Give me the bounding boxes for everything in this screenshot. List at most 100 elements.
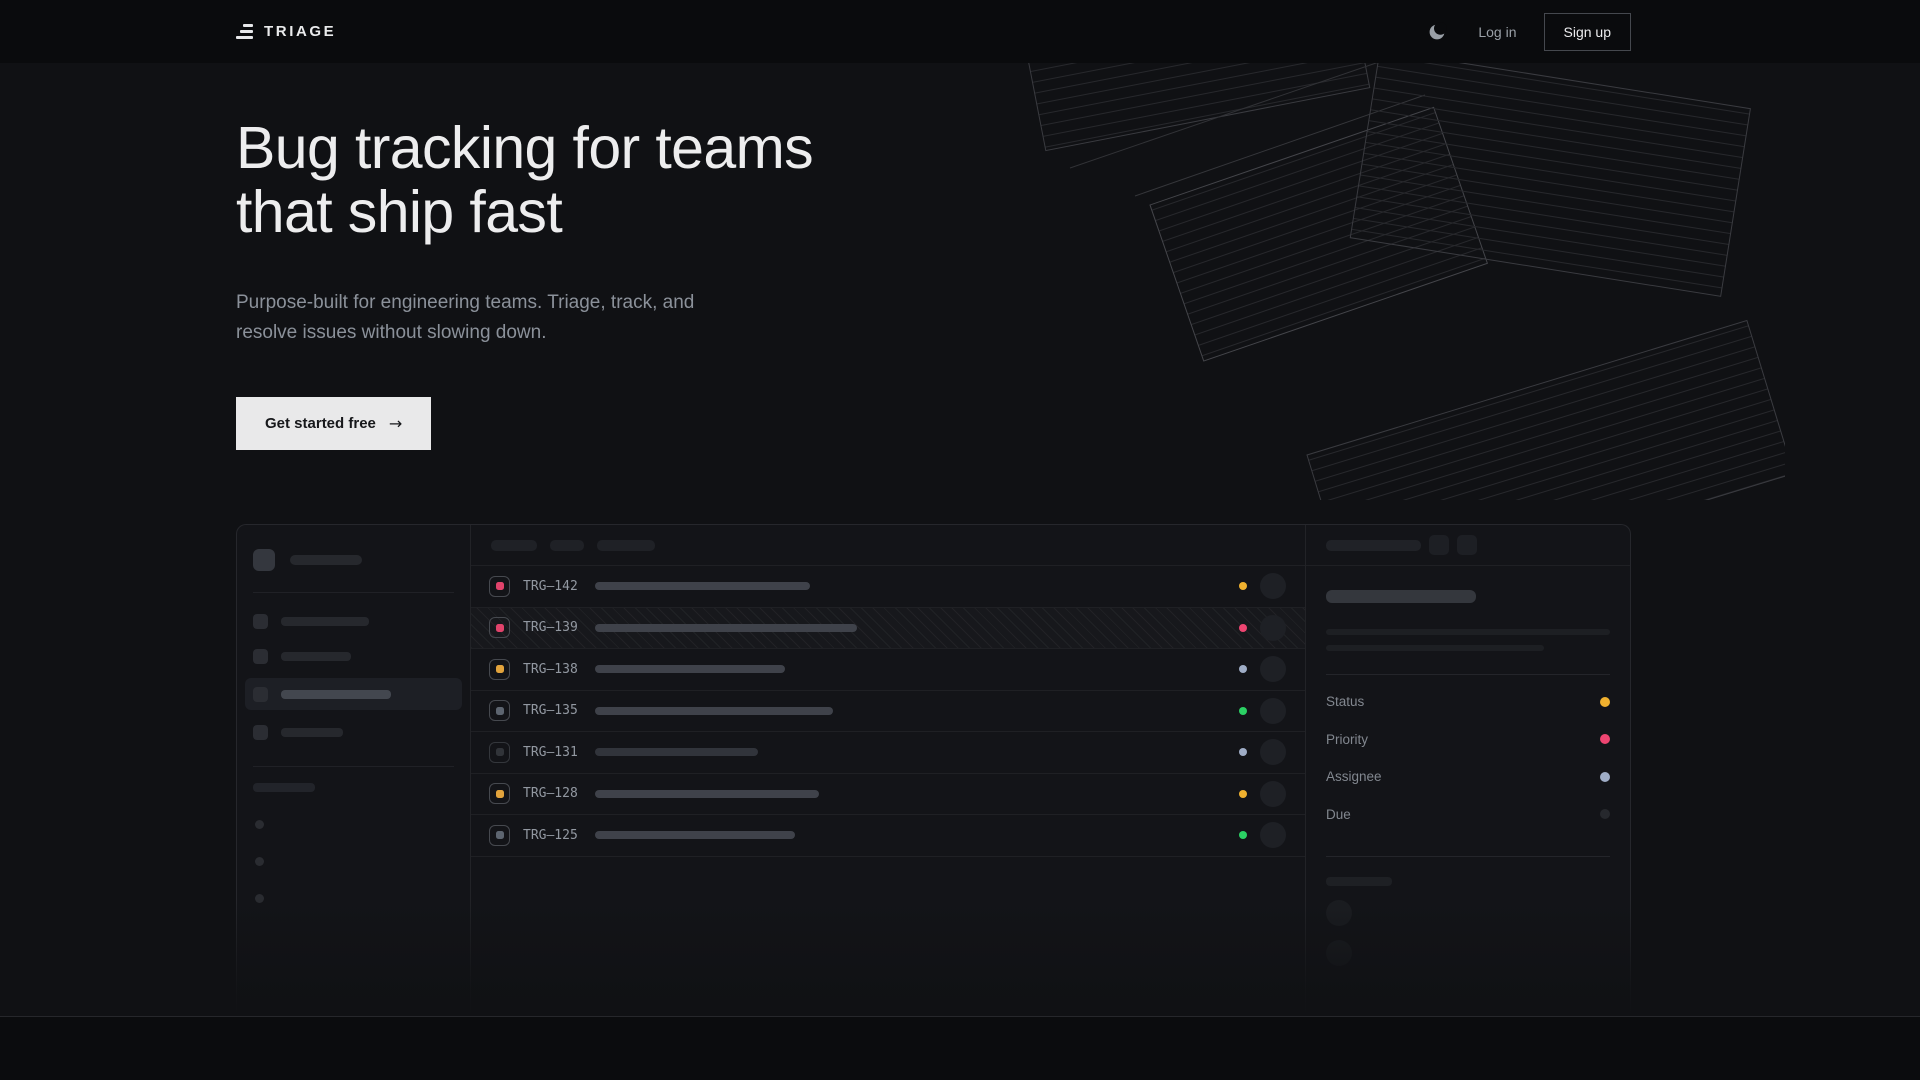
status-dot: [1239, 707, 1247, 715]
issue-id: TRG–138: [523, 662, 587, 677]
detail-field-row: Assignee: [1326, 758, 1610, 796]
brand-logo-icon: [236, 24, 253, 40]
hero-title-line1: Bug tracking for teams: [236, 115, 813, 181]
get-started-button[interactable]: Get started free →: [236, 397, 431, 450]
issue-type-dot: [496, 831, 504, 839]
status-dot: [1239, 831, 1247, 839]
status-dot: [1239, 665, 1247, 673]
wireframe-slab-bottom-right: [1307, 321, 1785, 500]
activity-avatar-placeholder: [1326, 900, 1352, 926]
brand-name: TRIAGE: [264, 23, 336, 40]
landing-page: TRIAGE Log in Sign up Bug tracking for t…: [0, 0, 1920, 1080]
issue-id: TRG–131: [523, 745, 587, 760]
assignee-avatar: [1260, 615, 1286, 641]
issue-title-placeholder: [595, 790, 819, 798]
issue-row: TRG–135: [471, 691, 1305, 733]
mock-detail-panel: Status Priority Assignee Due: [1306, 525, 1630, 1016]
workspace-avatar-placeholder: [253, 549, 275, 571]
nav-item-placeholder: [245, 643, 462, 669]
status-dot: [1239, 624, 1247, 632]
page-footer: [0, 1016, 1920, 1080]
sidebar-dot-placeholder: [255, 894, 264, 903]
issue-type-dot: [496, 790, 504, 798]
sidebar-dot-placeholder: [255, 820, 264, 829]
description-line-placeholder: [1326, 645, 1544, 651]
issue-row: TRG–125: [471, 815, 1305, 857]
detail-field-row: Due: [1326, 796, 1610, 834]
theme-toggle-button[interactable]: [1424, 18, 1451, 45]
assignee-avatar: [1260, 739, 1286, 765]
assignee-avatar: [1260, 573, 1286, 599]
hero-title-line2: that ship fast: [236, 179, 562, 245]
issue-type-dot: [496, 707, 504, 715]
workspace-row: [253, 549, 454, 571]
field-label: Status: [1326, 694, 1364, 709]
assignee-avatar: [1260, 656, 1286, 682]
issue-title-placeholder: [1326, 590, 1476, 603]
login-link[interactable]: Log in: [1478, 24, 1516, 40]
top-nav: TRIAGE Log in Sign up: [0, 0, 1920, 63]
issue-title-placeholder: [595, 831, 795, 839]
issue-title-placeholder: [595, 624, 857, 632]
section-label-placeholder: [253, 783, 315, 792]
issue-type-icon: [489, 825, 510, 846]
issue-type-icon: [489, 659, 510, 680]
hero-subtitle: Purpose-built for engineering teams. Tri…: [236, 288, 706, 348]
issue-title-placeholder: [595, 748, 758, 756]
signup-button[interactable]: Sign up: [1544, 13, 1631, 51]
issue-row: TRG–128: [471, 774, 1305, 816]
issue-type-icon: [489, 576, 510, 597]
field-value-dot: [1600, 809, 1610, 819]
detail-action-placeholder: [1457, 535, 1477, 555]
issue-type-icon: [489, 617, 510, 638]
issue-id: TRG–142: [523, 579, 587, 594]
brand: TRIAGE: [236, 23, 336, 40]
issue-id: TRG–135: [523, 703, 587, 718]
filter-pill-placeholder: [597, 540, 655, 551]
filter-pill-placeholder: [491, 540, 537, 551]
issue-type-dot: [496, 624, 504, 632]
issue-row: TRG–138: [471, 649, 1305, 691]
description-line-placeholder: [1326, 629, 1610, 635]
moon-icon: [1428, 22, 1447, 41]
hero-title: Bug tracking for teamsthat ship fast: [236, 116, 813, 244]
field-label: Priority: [1326, 732, 1368, 747]
get-started-label: Get started free: [265, 415, 376, 432]
issue-type-icon: [489, 783, 510, 804]
nav-item-placeholder: [245, 608, 462, 634]
detail-field-row: Status: [1326, 683, 1610, 721]
sidebar-dot-placeholder: [255, 857, 264, 866]
mock-sidebar: [237, 525, 471, 1016]
status-dot: [1239, 748, 1247, 756]
assignee-avatar: [1260, 698, 1286, 724]
field-value-dot: [1600, 697, 1610, 707]
issue-type-dot: [496, 665, 504, 673]
detail-title-pill-placeholder: [1326, 540, 1421, 551]
mock-issue-list: TRG–142 TRG–139 TRG–138 TRG–135 TRG–131 …: [471, 525, 1306, 1016]
app-preview-card: TRG–142 TRG–139 TRG–138 TRG–135 TRG–131 …: [236, 524, 1631, 1016]
issue-title-placeholder: [595, 665, 785, 673]
issue-type-icon: [489, 742, 510, 763]
field-value-dot: [1600, 772, 1610, 782]
detail-field-row: Priority: [1326, 721, 1610, 759]
detail-action-placeholder: [1429, 535, 1449, 555]
activity-label-placeholder: [1326, 877, 1392, 886]
detail-divider: [1326, 674, 1610, 675]
field-value-dot: [1600, 734, 1610, 744]
sidebar-divider: [253, 592, 454, 593]
issue-title-placeholder: [595, 707, 833, 715]
issue-id: TRG–128: [523, 786, 587, 801]
arrow-right-icon: →: [389, 414, 402, 433]
list-toolbar: [471, 525, 1305, 566]
issue-type-dot: [496, 748, 504, 756]
detail-divider: [1326, 856, 1610, 857]
issue-type-dot: [496, 582, 504, 590]
detail-body: Status Priority Assignee Due: [1306, 566, 1630, 966]
detail-toolbar: [1306, 525, 1630, 566]
status-dot: [1239, 790, 1247, 798]
field-label: Due: [1326, 807, 1351, 822]
nav-actions: Log in Sign up: [1424, 13, 1631, 51]
issue-id: TRG–125: [523, 828, 587, 843]
activity-avatar-placeholder: [1326, 940, 1352, 966]
issue-title-placeholder: [595, 582, 810, 590]
